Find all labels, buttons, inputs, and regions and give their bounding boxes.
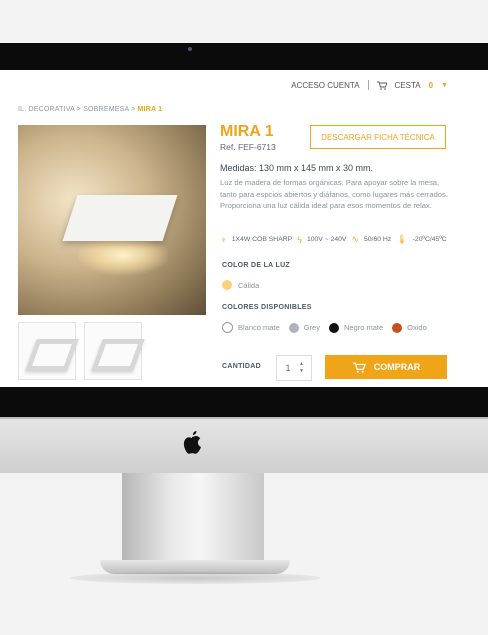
chevron-up-icon[interactable]: ▲: [299, 361, 304, 368]
plug-icon: ϟ: [297, 234, 302, 245]
color-label: Oxido: [407, 323, 427, 332]
monitor-chin: [0, 417, 488, 473]
color-label: Blanco mate: [238, 323, 280, 332]
product-thumbnail-2[interactable]: [84, 322, 145, 380]
bulb-icon: ♆: [220, 234, 227, 245]
color-label: Grey: [303, 323, 320, 332]
cart-icon: [352, 362, 366, 373]
chevron-down-icon[interactable]: ▼: [441, 82, 448, 89]
spec-frequency: 50/60 Hz: [364, 236, 392, 243]
color-option-grey[interactable]: Grey: [288, 322, 320, 333]
color-swatch[interactable]: [392, 322, 403, 333]
screen: ACCESO CUENTA CESTA 0 ▼ IL. DECORATIVA >…: [0, 70, 488, 387]
color-option-oxido[interactable]: Oxido: [392, 322, 427, 333]
color-option-negro[interactable]: Negro mate: [328, 322, 384, 333]
stepper-arrows[interactable]: ▲ ▼: [299, 361, 304, 375]
lamp-shape: [62, 195, 178, 241]
color-swatch[interactable]: [222, 322, 233, 333]
product-description: Luz de madera de formas orgánicas. Para …: [220, 178, 448, 211]
breadcrumb: IL. DECORATIVA > SOBREMESA > MIRA 1: [18, 106, 162, 113]
stand-shadow: [70, 572, 320, 584]
quantity-label: CANTIDAD: [222, 363, 261, 370]
color-option-blanco[interactable]: Blanco mate: [222, 322, 280, 333]
apple-logo-icon: [183, 431, 201, 454]
color-label: Negro mate: [343, 323, 384, 332]
top-nav: ACCESO CUENTA CESTA 0 ▼: [291, 80, 448, 90]
spec-list: ♆ 1X4W COB SHARP ϟ 100V ~ 240V ∿ 50/60 Hz 🌡…: [220, 234, 447, 245]
cart-icon[interactable]: [376, 81, 387, 90]
light-option-label: Cálida: [238, 280, 260, 290]
wave-icon: ∿: [351, 234, 359, 244]
breadcrumb-separator: >: [74, 106, 84, 113]
breadcrumb-current: MIRA 1: [137, 106, 163, 113]
thermometer-icon: 🌡: [396, 234, 408, 244]
spec-power: 1X4W COB SHARP: [231, 236, 293, 243]
nav-divider: [367, 80, 369, 90]
chin-edge: [0, 417, 488, 419]
product-title: MIRA 1: [220, 123, 274, 140]
product-thumbnail-1[interactable]: [18, 322, 79, 380]
breadcrumb-item-decorativa[interactable]: IL. DECORATIVA: [18, 106, 75, 113]
spec-temperature: -20ºC/45ºC: [412, 236, 447, 243]
color-swatch[interactable]: [288, 322, 299, 333]
warm-light-swatch[interactable]: [222, 280, 232, 290]
cart-count: 0: [428, 80, 434, 90]
download-datasheet-button[interactable]: DESCARGAR FICHA TÉCNICA: [310, 125, 446, 149]
camera-dot: [188, 47, 192, 51]
quantity-stepper[interactable]: 1 ▲ ▼: [276, 355, 312, 381]
colors-label: COLORES DISPONIBLES: [222, 304, 312, 311]
color-options: Blanco mate Grey Negro mate Oxido: [222, 322, 430, 333]
light-color-label: COLOR DE LA LUZ: [222, 262, 291, 269]
color-swatch[interactable]: [328, 322, 339, 333]
spec-voltage: 100V ~ 240V: [306, 236, 347, 243]
monitor-stand: [122, 473, 264, 571]
product-measures: Medidas: 130 mm x 145 mm x 30 mm.: [220, 163, 374, 173]
buy-label: COMPRAR: [373, 362, 421, 372]
account-link[interactable]: ACCESO CUENTA: [291, 81, 359, 90]
cart-label[interactable]: CESTA: [395, 81, 421, 90]
buy-button[interactable]: COMPRAR: [325, 355, 447, 379]
product-ref: Ref. FEF-6713: [220, 142, 276, 152]
lamp-glow: [78, 235, 168, 275]
chevron-down-icon[interactable]: ▼: [299, 368, 304, 375]
light-option[interactable]: Cálida: [222, 280, 259, 290]
product-main-photo[interactable]: [18, 125, 206, 315]
breadcrumb-item-sobremesa[interactable]: SOBREMESA: [83, 106, 129, 113]
quantity-value[interactable]: 1: [277, 363, 299, 373]
breadcrumb-separator: >: [128, 106, 138, 113]
